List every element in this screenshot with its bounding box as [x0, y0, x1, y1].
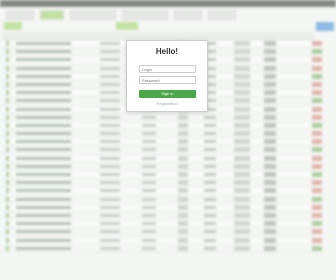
modal-title: Hello! — [155, 47, 179, 56]
login-input[interactable] — [139, 65, 196, 73]
sign-in-button[interactable]: Sign in — [139, 90, 196, 98]
password-input[interactable] — [139, 76, 196, 84]
registration-link[interactable]: Registration — [127, 101, 207, 106]
login-modal: Hello! Sign in Registration — [126, 40, 208, 112]
